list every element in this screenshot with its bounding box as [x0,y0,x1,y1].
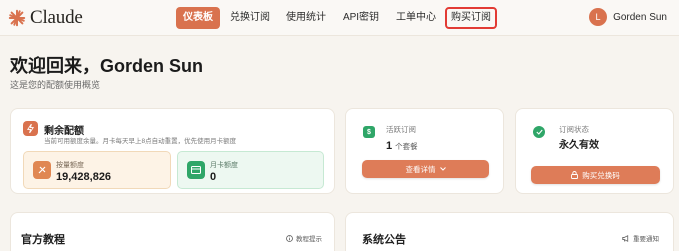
page-title: 欢迎回来，Gorden Sun [10,56,203,76]
notice-hint[interactable]: 重要通知 [622,233,659,243]
nav-ticket-center[interactable]: 工单中心 [392,7,440,29]
subscription-count: 1 个套餐 [386,136,418,154]
notice-title: 系统公告 [362,234,406,246]
user-name: Gorden Sun [613,11,667,23]
lock-icon [571,171,579,179]
tutorial-hint-label: 教程提示 [296,236,322,243]
info-icon [286,234,293,242]
subscription-count-unit: 个套餐 [395,142,418,151]
logo[interactable]: Claude [8,7,83,29]
tutorial-title: 官方教程 [21,234,65,246]
nav-buy-subscription[interactable]: 购买订阅 [445,7,497,29]
metric-label: 按量额度 [56,162,84,169]
buy-redeem-code-button[interactable]: 购买兑换码 [531,166,660,184]
quota-description: 当前可用额度余量。月卡每天早上8点自动重置，优先使用月卡额度 [44,138,237,145]
lightning-icon [23,121,38,136]
system-notice-card: 系统公告 重要通知 [345,212,674,251]
official-tutorial-card: 官方教程 教程提示 [10,212,335,251]
status-label: 订阅状态 [559,125,589,134]
check-circle-icon [533,126,545,138]
chevron-down-icon [439,167,446,171]
user-menu[interactable]: L Gorden Sun [589,8,667,26]
pay-as-you-go-quota: 按量额度 19,428,826 [23,151,171,189]
notice-hint-label: 重要通知 [633,236,659,243]
metric-value: 0 [210,171,217,183]
tutorial-hint[interactable]: 教程提示 [286,233,322,243]
nav-dashboard[interactable]: 仪表板 [176,7,220,29]
claude-sunburst-icon [8,9,26,27]
card-icon [187,161,205,179]
status-value: 永久有效 [559,140,599,151]
megaphone-icon [622,234,629,242]
view-details-label: 查看详情 [405,164,436,174]
active-subscription-card: $ 活跃订阅 1 个套餐 查看详情 [345,108,504,194]
subscription-status-card: 订阅状态 永久有效 购买兑换码 [515,108,674,194]
nav-api-keys[interactable]: API密钥 [338,7,384,29]
metric-label: 月卡额度 [210,162,238,169]
page-subtitle: 这是您的配额使用概览 [10,80,101,90]
view-details-button[interactable]: 查看详情 [362,160,489,178]
wallet-icon [33,161,51,179]
logo-text: Claude [30,7,83,28]
dollar-icon: $ [363,126,375,138]
avatar: L [589,8,608,26]
subscription-count-value: 1 [386,140,393,152]
nav-usage-stats[interactable]: 使用统计 [282,7,330,29]
top-navbar: Claude 仪表板 兑换订阅 使用统计 API密钥 工单中心 购买订阅 L G… [0,0,679,36]
metric-value: 19,428,826 [56,171,112,183]
remaining-quota-card: 剩余配额 当前可用额度余量。月卡每天早上8点自动重置，优先使用月卡额度 按量额度… [10,108,335,194]
buy-redeem-code-label: 购买兑换码 [582,170,620,180]
subscription-label: 活跃订阅 [386,125,416,134]
monthly-card-quota: 月卡额度 0 [177,151,324,189]
nav-redeem-subscription[interactable]: 兑换订阅 [226,7,274,29]
